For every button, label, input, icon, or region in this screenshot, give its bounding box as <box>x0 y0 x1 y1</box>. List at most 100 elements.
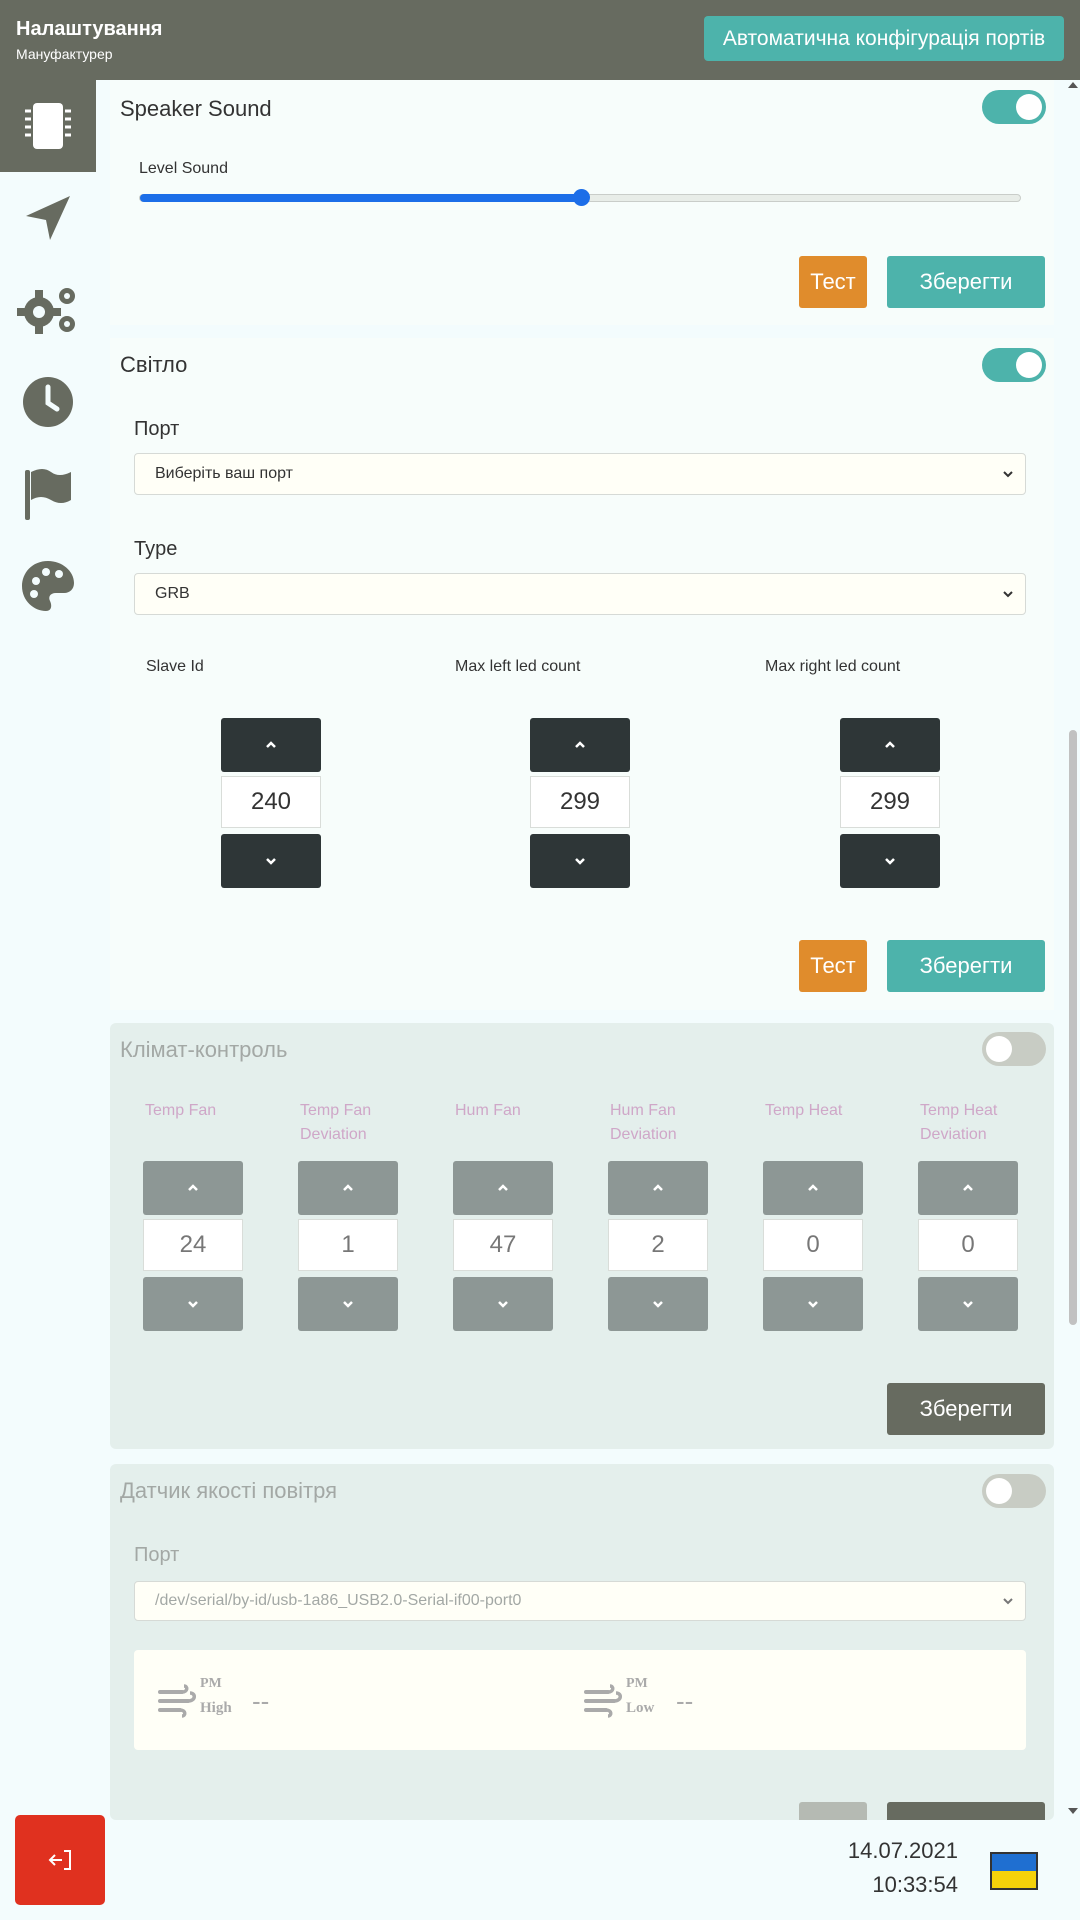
chevron-up-icon <box>653 1184 663 1191</box>
max-left-led-value[interactable]: 299 <box>530 776 630 828</box>
chevron-up-icon <box>808 1184 818 1191</box>
speaker-sound-title: Speaker Sound <box>120 96 272 121</box>
air-quality-toggle[interactable] <box>982 1474 1046 1508</box>
max-right-led-value[interactable]: 299 <box>840 776 940 828</box>
chevron-down-icon <box>266 858 276 865</box>
temp-heat-value[interactable]: 0 <box>763 1219 863 1271</box>
max-left-led-decrement-button[interactable] <box>530 834 630 888</box>
chevron-down-icon <box>653 1301 663 1308</box>
temp-heat-decrement-button[interactable] <box>763 1277 863 1331</box>
scroll-down-arrow[interactable] <box>1068 1808 1078 1814</box>
app-header: Налаштування Мануфактурер Автоматична ко… <box>0 0 1080 80</box>
temp-heat-deviation-increment-button[interactable] <box>918 1161 1018 1215</box>
max-left-led-label: Max left led count <box>455 658 581 675</box>
chevron-up-icon <box>885 741 895 748</box>
scroll-up-arrow[interactable] <box>1068 82 1078 88</box>
light-type-select[interactable]: GRB <box>134 573 1026 615</box>
level-sound-fill <box>140 194 581 202</box>
navigation-arrow-icon <box>26 196 70 240</box>
logout-button[interactable] <box>15 1815 105 1905</box>
climate-control-title: Клімат-контроль <box>120 1037 288 1062</box>
light-test-button[interactable]: Тест <box>799 940 867 992</box>
light-port-select[interactable]: Виберіть ваш порт <box>134 453 1026 495</box>
hum-fan-value[interactable]: 47 <box>453 1219 553 1271</box>
level-sound-slider[interactable] <box>139 189 1021 206</box>
air-quality-test-button[interactable] <box>799 1802 867 1820</box>
speaker-sound-toggle[interactable] <box>982 90 1046 124</box>
hum-fan-decrement-button[interactable] <box>453 1277 553 1331</box>
chevron-down-icon <box>808 1301 818 1308</box>
scroll-thumb[interactable] <box>1069 730 1077 1325</box>
temp-heat-deviation-value[interactable]: 0 <box>918 1219 1018 1271</box>
climate-save-button[interactable]: Зберегти <box>887 1383 1045 1435</box>
air-quality-card: Датчик якості повітря Порт /dev/serial/b… <box>110 1464 1054 1820</box>
chevron-down-icon <box>188 1301 198 1308</box>
climate-control-card: Клімат-контроль Зберегти Temp Fan 24 Temp … <box>110 1023 1054 1449</box>
sidebar <box>0 80 96 1820</box>
chip-icon <box>25 103 71 149</box>
chevron-up-icon <box>343 1184 353 1191</box>
light-toggle[interactable] <box>982 348 1046 382</box>
footer-time: 10:33:54 <box>872 1872 958 1897</box>
sidebar-item-settings[interactable] <box>0 264 96 356</box>
chevron-down-icon <box>1003 591 1013 598</box>
max-right-led-increment-button[interactable] <box>840 718 940 772</box>
climate-control-toggle[interactable] <box>982 1032 1046 1066</box>
chevron-down-icon <box>1003 1598 1013 1605</box>
temp-fan-deviation-value[interactable]: 1 <box>298 1219 398 1271</box>
sidebar-item-theme[interactable] <box>0 540 96 632</box>
flag-blue-stripe <box>992 1854 1036 1871</box>
temp-fan-decrement-button[interactable] <box>143 1277 243 1331</box>
temp-heat-deviation-label: Temp Heat Deviation <box>920 1102 998 1143</box>
speaker-save-button[interactable]: Зберегти <box>887 256 1045 308</box>
slave-id-decrement-button[interactable] <box>221 834 321 888</box>
slave-id-label: Slave Id <box>146 658 204 675</box>
chevron-down-icon <box>1003 471 1013 478</box>
pm-high-unit-top: PM <box>200 1676 222 1691</box>
pm-high-unit-bottom: High <box>200 1700 232 1716</box>
hum-fan-deviation-value[interactable]: 2 <box>608 1219 708 1271</box>
air-quality-port-label: Порт <box>134 1544 180 1566</box>
temp-fan-increment-button[interactable] <box>143 1161 243 1215</box>
air-quality-title: Датчик якості повітря <box>120 1478 338 1503</box>
light-card: Світло Порт Виберіть ваш порт Type GRB S… <box>110 338 1054 1010</box>
wind-icon <box>158 1684 196 1718</box>
hum-fan-deviation-increment-button[interactable] <box>608 1161 708 1215</box>
sidebar-item-flag[interactable] <box>0 448 96 540</box>
pm-high-reading: PM High -- <box>158 1676 458 1726</box>
air-quality-port-select[interactable]: /dev/serial/by-id/usb-1a86_USB2.0-Serial… <box>134 1581 1026 1621</box>
sidebar-item-navigation[interactable] <box>0 172 96 264</box>
light-save-button[interactable]: Зберегти <box>887 940 1045 992</box>
air-quality-save-button[interactable] <box>887 1802 1045 1820</box>
light-type-label: Type <box>134 538 178 560</box>
light-port-label: Порт <box>134 418 180 440</box>
level-sound-label: Level Sound <box>139 160 228 177</box>
chevron-down-icon <box>963 1301 973 1308</box>
level-sound-handle[interactable] <box>573 189 590 206</box>
page-scrollbar[interactable] <box>1066 80 1080 1820</box>
max-right-led-decrement-button[interactable] <box>840 834 940 888</box>
hum-fan-label: Hum Fan <box>455 1102 521 1119</box>
max-left-led-increment-button[interactable] <box>530 718 630 772</box>
speaker-test-button[interactable]: Тест <box>799 256 867 308</box>
max-right-led-label: Max right led count <box>765 658 901 675</box>
temp-heat-increment-button[interactable] <box>763 1161 863 1215</box>
sidebar-item-hardware[interactable] <box>0 80 96 172</box>
temp-fan-value[interactable]: 24 <box>143 1219 243 1271</box>
auto-config-ports-button[interactable]: Автоматична конфігурація портів <box>704 16 1064 61</box>
hum-fan-deviation-decrement-button[interactable] <box>608 1277 708 1331</box>
temp-heat-deviation-decrement-button[interactable] <box>918 1277 1018 1331</box>
temp-fan-deviation-decrement-button[interactable] <box>298 1277 398 1331</box>
flag-yellow-stripe <box>992 1871 1036 1888</box>
chevron-up-icon <box>575 741 585 748</box>
hum-fan-increment-button[interactable] <box>453 1161 553 1215</box>
page-title: Налаштування <box>16 18 163 40</box>
slave-id-increment-button[interactable] <box>221 718 321 772</box>
temp-fan-deviation-label: Temp Fan Deviation <box>300 1102 372 1143</box>
temp-fan-deviation-increment-button[interactable] <box>298 1161 398 1215</box>
sidebar-item-schedule[interactable] <box>0 356 96 448</box>
chevron-down-icon <box>343 1301 353 1308</box>
language-flag-button[interactable] <box>990 1852 1038 1890</box>
chevron-up-icon <box>266 741 276 748</box>
slave-id-value[interactable]: 240 <box>221 776 321 828</box>
